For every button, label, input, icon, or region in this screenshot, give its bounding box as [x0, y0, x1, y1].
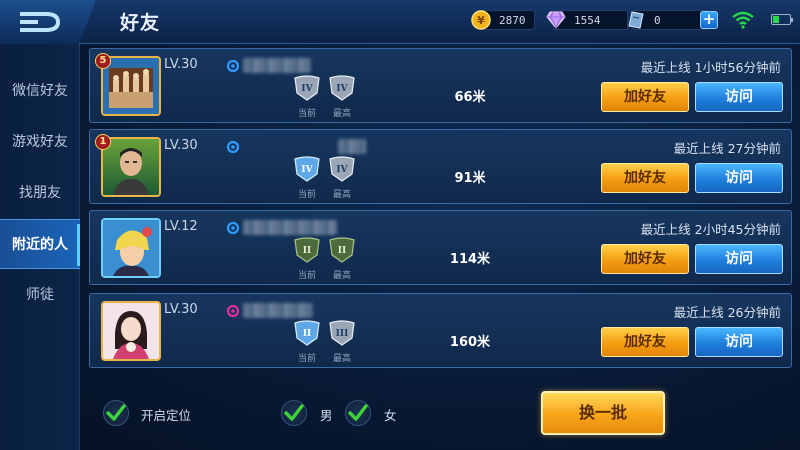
female-filter-label: 女 — [384, 408, 397, 423]
last-online: 最近上线 2小时45分钟前 — [640, 222, 781, 237]
recharge-plus-button[interactable]: + — [700, 11, 718, 29]
svg-text:IV: IV — [301, 84, 313, 94]
girl-avatar-image — [103, 303, 159, 359]
tier-highest: III 最高 — [325, 320, 359, 364]
player-level: LV.30 — [164, 138, 198, 153]
man-avatar-image — [103, 139, 159, 195]
player-name-blurred — [243, 220, 337, 235]
anime-avatar-image — [103, 220, 159, 276]
last-online: 最近上线 1小时56分钟前 — [640, 60, 781, 75]
add-friend-button[interactable]: 加好友 — [601, 244, 689, 274]
friend-card: LV.30 II 当前 III 最高 160米 最近上线 26分钟前 加好友 访… — [89, 293, 792, 368]
tier-current: IV 当前 — [290, 156, 324, 200]
tier-highest: IV 最高 — [325, 156, 359, 200]
rank-shield-icon: III — [329, 320, 355, 346]
sidebar: 微信好友 游戏好友 找朋友 附近的人 师徒 — [0, 44, 80, 450]
voucher-currency: 0 — [625, 9, 708, 31]
visit-button[interactable]: 访问 — [695, 244, 783, 274]
player-name-blurred — [338, 139, 366, 154]
visit-button[interactable]: 访问 — [695, 327, 783, 357]
page-title: 好友 — [120, 12, 161, 34]
player-level: LV.30 — [164, 57, 198, 72]
svg-text:II: II — [338, 246, 346, 256]
avatar[interactable] — [101, 218, 161, 278]
sidebar-item-mentorship[interactable]: 师徒 — [0, 270, 80, 320]
svg-text:¥: ¥ — [477, 14, 485, 27]
checkmark-icon — [284, 404, 304, 421]
rank-shield-icon: IV — [329, 156, 355, 182]
svg-text:IV: IV — [336, 84, 348, 94]
female-icon — [226, 304, 240, 318]
friend-card: 5 LV.30 IV 当前 IV 最高 66米 最近上线 1小时56分钟前 加好… — [89, 48, 792, 123]
rank-badge: 5 — [95, 53, 111, 69]
visit-button[interactable]: 访问 — [695, 163, 783, 193]
avatar[interactable] — [101, 301, 161, 361]
add-friend-button[interactable]: 加好友 — [601, 82, 689, 112]
rank-badge: 1 — [95, 134, 111, 150]
checkmark-icon — [348, 404, 368, 421]
add-friend-button[interactable]: 加好友 — [601, 163, 689, 193]
svg-text:II: II — [303, 246, 311, 256]
top-bar: 好友 ¥ 2870 1554 0 + — [0, 0, 800, 44]
male-icon — [226, 221, 240, 235]
tier-current: II 当前 — [290, 320, 324, 364]
rank-shield-icon: II — [294, 237, 320, 263]
sidebar-item-game-friends[interactable]: 游戏好友 — [0, 117, 80, 167]
svg-text:III: III — [336, 329, 349, 339]
svg-text:II: II — [303, 329, 311, 339]
back-arrow-icon — [20, 12, 61, 32]
diamond-icon — [545, 9, 567, 31]
refresh-batch-button[interactable]: 换一批 — [541, 391, 665, 435]
rank-shield-icon: II — [329, 237, 355, 263]
avatar[interactable] — [101, 56, 161, 116]
battery-icon — [771, 14, 793, 25]
player-name-blurred — [243, 58, 311, 73]
distance: 91米 — [454, 171, 486, 186]
gold-coin-icon: ¥ — [470, 9, 492, 31]
sidebar-item-find-friends[interactable]: 找朋友 — [0, 168, 80, 218]
diamond-currency: 1554 — [545, 9, 628, 31]
tier-current: II 当前 — [290, 237, 324, 281]
checkmark-icon — [106, 404, 126, 421]
male-filter-label: 男 — [320, 408, 333, 423]
male-filter-checkbox[interactable] — [281, 400, 307, 426]
svg-text:IV: IV — [336, 165, 348, 175]
add-friend-button[interactable]: 加好友 — [601, 327, 689, 357]
wifi-icon — [732, 11, 754, 29]
chess-avatar-image — [103, 58, 159, 114]
distance: 114米 — [449, 252, 491, 267]
back-button[interactable] — [0, 0, 96, 44]
rank-shield-icon: IV — [294, 156, 320, 182]
avatar[interactable] — [101, 137, 161, 197]
rank-shield-icon: II — [294, 320, 320, 346]
gold-currency: ¥ 2870 — [470, 9, 535, 31]
distance: 160米 — [449, 335, 491, 350]
player-level: LV.12 — [164, 219, 198, 234]
friend-card: LV.12 II 当前 II 最高 114米 最近上线 2小时45分钟前 加好友… — [89, 210, 792, 285]
tier-highest: IV 最高 — [325, 75, 359, 119]
voucher-icon — [625, 9, 647, 31]
female-filter-checkbox[interactable] — [345, 400, 371, 426]
sidebar-item-nearby[interactable]: 附近的人 — [0, 219, 80, 269]
rank-shield-icon: IV — [329, 75, 355, 101]
location-label: 开启定位 — [141, 408, 192, 423]
visit-button[interactable]: 访问 — [695, 82, 783, 112]
player-level: LV.30 — [164, 302, 198, 317]
male-icon — [226, 140, 240, 154]
distance: 66米 — [454, 90, 486, 105]
tier-highest: II 最高 — [325, 237, 359, 281]
sidebar-item-wechat-friends[interactable]: 微信好友 — [0, 66, 80, 116]
player-name-blurred — [243, 303, 313, 318]
male-icon — [226, 59, 240, 73]
tier-current: IV 当前 — [290, 75, 324, 119]
last-online: 最近上线 27分钟前 — [673, 141, 781, 156]
rank-shield-icon: IV — [294, 75, 320, 101]
svg-text:IV: IV — [301, 165, 313, 175]
friend-card: 1 LV.30 IV 当前 IV 最高 91米 最近上线 27分钟前 加好友 访… — [89, 129, 792, 204]
last-online: 最近上线 26分钟前 — [673, 305, 781, 320]
location-checkbox[interactable] — [103, 400, 129, 426]
